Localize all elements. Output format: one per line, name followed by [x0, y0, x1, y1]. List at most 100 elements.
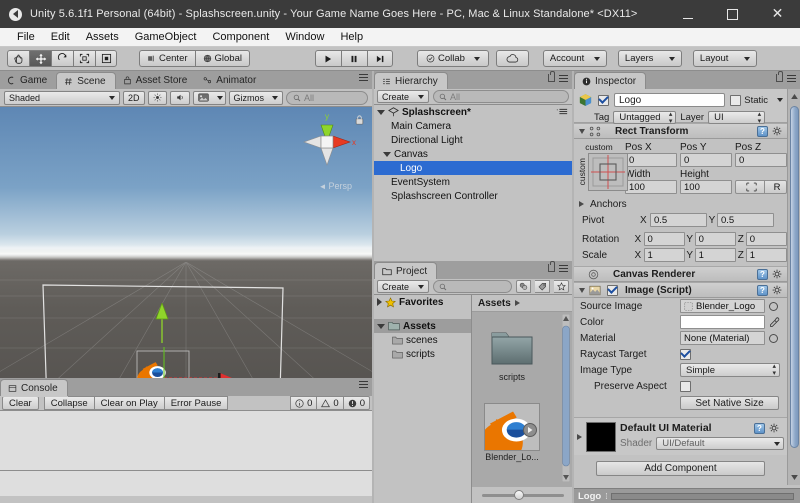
scene-audio-button[interactable] [169, 90, 190, 105]
panel-menu-icon[interactable] [359, 381, 368, 388]
hierarchy-item-canvas[interactable]: Canvas [374, 147, 572, 161]
scale-z-field[interactable]: 1 [745, 248, 787, 262]
hierarchy-tree[interactable]: Splashscreen* Main Camera Directional Li… [374, 105, 572, 262]
pos-x-field[interactable]: 0 [625, 153, 677, 167]
gameobject-enabled-checkbox[interactable] [598, 94, 609, 106]
chevron-right-icon[interactable] [577, 434, 582, 440]
menu-file[interactable]: File [9, 28, 43, 47]
tab-game[interactable]: Game [0, 72, 56, 89]
set-native-size-button[interactable]: Set Native Size [680, 396, 779, 410]
add-component-button[interactable]: Add Component [596, 461, 765, 476]
hierarchy-search-input[interactable]: All [433, 90, 569, 103]
rotation-y-field[interactable]: 0 [694, 232, 736, 246]
help-icon[interactable]: ? [754, 422, 765, 434]
panel-menu-icon[interactable] [787, 74, 796, 82]
rect-tool-button[interactable] [95, 50, 117, 67]
hand-tool-button[interactable] [7, 50, 29, 67]
project-create-button[interactable]: Create [377, 280, 430, 293]
tab-hierarchy[interactable]: Hierarchy [374, 72, 448, 89]
tag-dropdown[interactable]: Untagged ▴ ▾ [613, 111, 677, 125]
inspector-scrollbar[interactable] [787, 89, 800, 485]
project-tree-assets[interactable]: Assets [374, 319, 471, 333]
inspector-scroll-thumb[interactable] [790, 106, 799, 448]
chevron-right-icon[interactable] [377, 298, 382, 306]
help-icon[interactable]: ? [757, 268, 768, 280]
perspective-label-row[interactable]: ◄ Persp [319, 181, 352, 191]
favorite-star-icon[interactable] [554, 280, 569, 293]
filter-by-label-icon[interactable] [535, 280, 550, 293]
layout-dropdown[interactable]: Layout [692, 50, 757, 67]
anchors-foldout[interactable]: Anchors [574, 196, 787, 212]
console-warning-count[interactable]: 0 [316, 396, 343, 410]
lock-icon[interactable] [548, 71, 555, 82]
console-error-count[interactable]: 0 [342, 396, 370, 410]
hierarchy-create-button[interactable]: Create [377, 90, 430, 103]
menu-help[interactable]: Help [332, 28, 371, 47]
console-clear-button[interactable]: Clear [2, 396, 39, 410]
gear-icon[interactable] [772, 285, 783, 296]
image-type-dropdown[interactable]: Simple ▴ ▾ [680, 363, 780, 377]
image-enabled-checkbox[interactable] [607, 284, 618, 296]
eyedropper-icon[interactable] [769, 316, 780, 328]
pivot-y-field[interactable]: 0.5 [717, 213, 774, 227]
move-gizmo-y-axis[interactable] [150, 303, 174, 343]
console-collapse-button[interactable]: Collapse [43, 396, 94, 410]
project-tree-favorites[interactable]: Favorites [374, 295, 471, 309]
scene-effects-button[interactable] [192, 90, 226, 105]
tab-animator[interactable]: Animator [196, 72, 265, 89]
pos-z-field[interactable]: 0 [735, 153, 787, 167]
hierarchy-item-logo[interactable]: Logo [374, 161, 572, 175]
raycast-target-checkbox[interactable] [680, 348, 691, 360]
asset-size-slider[interactable] [472, 487, 572, 503]
project-folder-tree[interactable]: Favorites Assets scenes scripts [374, 295, 472, 503]
move-tool-button[interactable] [29, 50, 51, 67]
console-message-list[interactable] [0, 411, 372, 471]
console-clear-on-play-button[interactable]: Clear on Play [93, 396, 164, 410]
chevron-right-icon[interactable] [579, 201, 584, 207]
static-toggle[interactable]: Static [730, 94, 783, 106]
project-tree-scripts[interactable]: scripts [374, 347, 471, 361]
minimize-button[interactable] [665, 0, 710, 28]
component-header-image-script[interactable]: Image (Script) ? [574, 282, 787, 298]
gizmos-button[interactable]: Gizmos [228, 90, 284, 105]
pivot-x-field[interactable]: 0.5 [650, 213, 707, 227]
static-checkbox[interactable] [730, 94, 742, 106]
maximize-button[interactable] [710, 0, 755, 28]
help-icon[interactable]: ? [757, 284, 768, 296]
panel-menu-icon[interactable] [359, 74, 368, 81]
lock-icon[interactable] [548, 261, 555, 272]
project-tree-scenes[interactable]: scenes [374, 333, 471, 347]
tab-console[interactable]: Console [0, 379, 68, 396]
asset-grid[interactable]: scripts Blender_Lo... [472, 312, 572, 487]
chevron-down-icon[interactable] [777, 98, 783, 102]
tab-scene[interactable]: Scene [56, 72, 116, 89]
panel-menu-icon[interactable] [559, 74, 568, 82]
collab-button[interactable]: Collab [416, 50, 489, 67]
layer-dropdown[interactable]: UI ▴ ▾ [708, 111, 766, 125]
tab-inspector[interactable]: Inspector [574, 72, 647, 89]
footer-updown-icon[interactable]: ⁞ [605, 492, 607, 501]
scroll-down-arrow[interactable] [790, 473, 799, 482]
space-global-button[interactable]: Global [194, 50, 250, 67]
account-dropdown[interactable]: Account [542, 50, 607, 67]
asset-item-scripts[interactable]: scripts [475, 324, 549, 382]
pivot-center-button[interactable]: Center [139, 50, 195, 67]
shading-mode-dropdown[interactable]: Shaded [4, 90, 120, 105]
gear-icon[interactable] [772, 126, 783, 137]
hierarchy-item-directional-light[interactable]: Directional Light [374, 133, 572, 147]
preserve-aspect-checkbox[interactable] [680, 380, 691, 392]
project-search-input[interactable] [433, 280, 512, 293]
tab-asset-store[interactable]: Asset Store [116, 72, 197, 89]
anchor-preset-box[interactable]: custom custom [577, 142, 628, 194]
help-icon[interactable]: ? [757, 125, 768, 137]
chevron-down-icon[interactable] [579, 128, 585, 134]
hierarchy-item-main-camera[interactable]: Main Camera [374, 119, 572, 133]
rotation-x-field[interactable]: 0 [643, 232, 685, 246]
filter-by-type-icon[interactable] [516, 280, 531, 293]
source-image-field[interactable]: Blender_Logo [680, 299, 765, 313]
chevron-down-icon[interactable] [579, 287, 585, 293]
gear-icon[interactable] [772, 269, 783, 280]
anchor-preview[interactable] [588, 153, 628, 191]
hierarchy-item-splashscreen[interactable]: Splashscreen* [374, 105, 572, 119]
hierarchy-item-splashscreen-controller[interactable]: Splashscreen Controller [374, 189, 572, 203]
